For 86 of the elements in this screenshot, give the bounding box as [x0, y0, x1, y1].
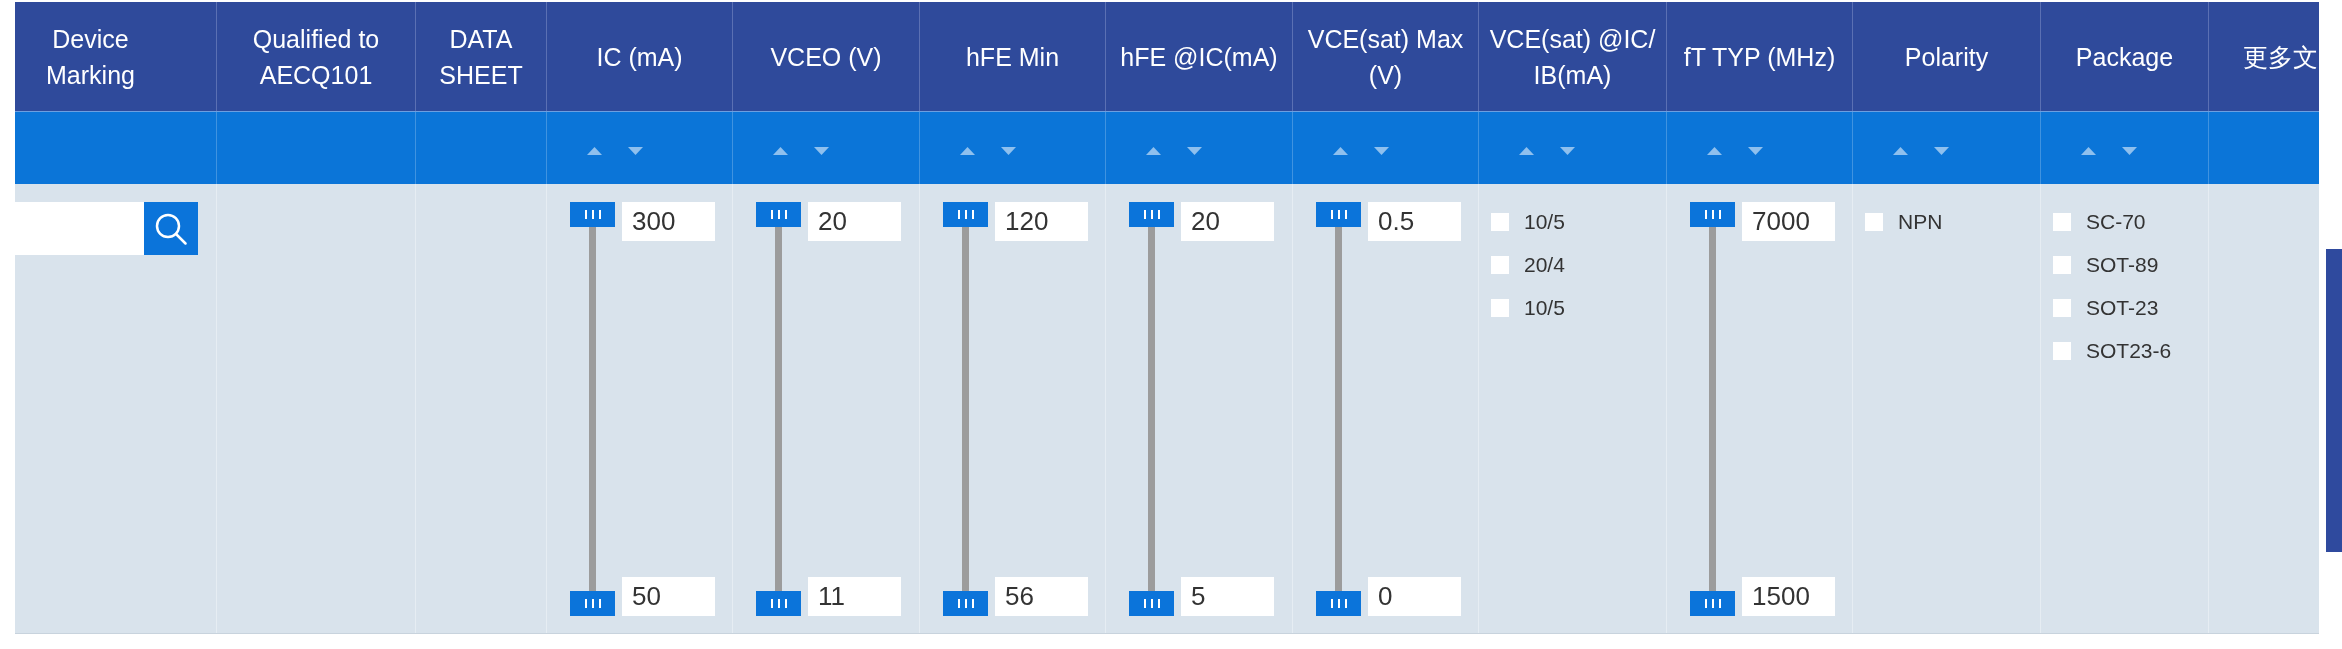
column-title: 更多文 [2243, 41, 2318, 73]
column-title: Qualified to AECQ101 [252, 23, 380, 91]
sort-down-icon[interactable] [814, 147, 829, 155]
column-title: VCE(sat) Max (V) [1307, 23, 1464, 91]
range-value-field[interactable]: 20 [1181, 202, 1274, 241]
range-value-field[interactable]: 120 [995, 202, 1088, 241]
search-icon [155, 212, 187, 245]
checkbox-label: SC-70 [2086, 209, 2146, 234]
checkbox-label: 10/5 [1524, 295, 1565, 320]
search-button[interactable] [144, 202, 198, 255]
slider-handle[interactable] [943, 591, 988, 616]
slider-handle[interactable] [1316, 591, 1361, 616]
grip-icon [1704, 599, 1721, 608]
column-title: VCEO (V) [770, 41, 882, 73]
slider-handle[interactable] [1129, 202, 1174, 227]
range-value-field[interactable]: 300 [622, 202, 715, 241]
range-value-field[interactable]: 20 [808, 202, 901, 241]
column-title: VCE(sat) @IC/ IB(mA) [1489, 23, 1656, 91]
grip-icon [584, 599, 601, 608]
slider-handle[interactable] [943, 202, 988, 227]
slider-handle[interactable] [756, 202, 801, 227]
range-value-field[interactable]: 56 [995, 577, 1088, 616]
slider-handle[interactable] [570, 591, 615, 616]
sort-down-icon[interactable] [628, 147, 643, 155]
sort-up-icon[interactable] [1893, 147, 1908, 155]
sort-down-icon[interactable] [1560, 147, 1575, 155]
search-field[interactable] [15, 202, 144, 255]
sort-up-icon[interactable] [960, 147, 975, 155]
checkbox[interactable] [2053, 298, 2071, 317]
grip-icon [957, 599, 974, 608]
grip-icon [1143, 210, 1160, 219]
slider-handle[interactable] [570, 202, 615, 227]
checkbox[interactable] [2053, 212, 2071, 231]
sort-down-icon[interactable] [2122, 147, 2137, 155]
slider-handle[interactable] [756, 591, 801, 616]
checkbox-label: SOT-23 [2086, 295, 2159, 320]
sort-up-icon[interactable] [1519, 147, 1534, 155]
range-value-field[interactable]: 0.5 [1368, 202, 1461, 241]
grip-icon [1330, 210, 1347, 219]
checkbox-label: SOT23-6 [2086, 338, 2172, 363]
checkbox-label: 20/4 [1524, 252, 1565, 277]
checkbox[interactable] [1491, 212, 1509, 231]
range-value-field[interactable]: 50 [622, 577, 715, 616]
sort-down-icon[interactable] [1374, 147, 1389, 155]
column-title: hFE @IC(mA) [1120, 41, 1278, 73]
checkbox[interactable] [1491, 298, 1509, 317]
sort-down-icon[interactable] [1001, 147, 1016, 155]
checkbox-label: NPN [1898, 209, 1943, 234]
checkbox[interactable] [2053, 341, 2071, 360]
grip-icon [584, 210, 601, 219]
range-value-field[interactable]: 0 [1368, 577, 1461, 616]
range-value-field[interactable]: 5 [1181, 577, 1274, 616]
grip-icon [1143, 599, 1160, 608]
column-title: Device Marking [46, 23, 135, 91]
range-value-field[interactable]: 1500 [1742, 577, 1835, 616]
grip-icon [770, 210, 787, 219]
column-title: hFE Min [965, 41, 1060, 73]
range-value-field[interactable]: 11 [808, 577, 901, 616]
checkbox[interactable] [1865, 212, 1883, 231]
column-title: Polarity [1904, 41, 1989, 73]
slider-handle[interactable] [1690, 202, 1735, 227]
checkbox-label: 10/5 [1524, 209, 1565, 234]
grip-icon [1704, 210, 1721, 219]
sort-down-icon[interactable] [1187, 147, 1202, 155]
column-title: Package [2075, 41, 2174, 73]
checkbox[interactable] [1491, 255, 1509, 274]
column-title: IC (mA) [596, 41, 683, 73]
sort-up-icon[interactable] [1707, 147, 1722, 155]
grip-icon [770, 599, 787, 608]
sort-up-icon[interactable] [587, 147, 602, 155]
grip-icon [957, 210, 974, 219]
column-title: fT TYP (MHz) [1683, 41, 1836, 73]
sort-down-icon[interactable] [1934, 147, 1949, 155]
slider-handle[interactable] [1129, 591, 1174, 616]
sort-up-icon[interactable] [773, 147, 788, 155]
slider-handle[interactable] [1690, 591, 1735, 616]
checkbox-label: SOT-89 [2086, 252, 2159, 277]
range-value-field[interactable]: 7000 [1742, 202, 1835, 241]
column-title: DATA SHEET [439, 23, 523, 91]
sort-up-icon[interactable] [2081, 147, 2096, 155]
sort-down-icon[interactable] [1748, 147, 1763, 155]
sort-up-icon[interactable] [1333, 147, 1348, 155]
sort-up-icon[interactable] [1146, 147, 1161, 155]
checkbox[interactable] [2053, 255, 2071, 274]
slider-handle[interactable] [1316, 202, 1361, 227]
grip-icon [1330, 599, 1347, 608]
